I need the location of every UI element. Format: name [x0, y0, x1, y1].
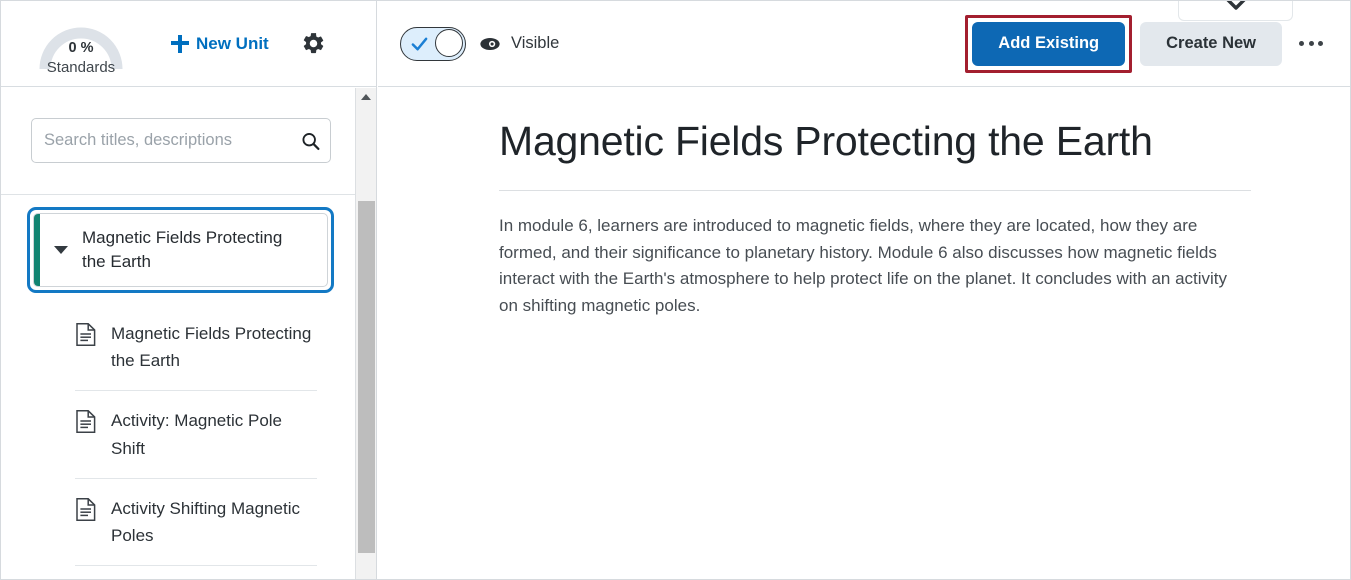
eye-icon: [479, 36, 501, 52]
list-item[interactable]: Activity: Magnetic Pole Shift: [75, 391, 317, 479]
create-new-button[interactable]: Create New: [1140, 21, 1282, 66]
page-title: Magnetic Fields Protecting the Earth: [499, 118, 1153, 164]
list-item-label: Magnetic Fields Protecting the Earth: [111, 324, 312, 371]
document-icon: [75, 497, 97, 522]
plus-icon: [171, 34, 189, 53]
ellipsis-icon[interactable]: [1288, 22, 1334, 66]
list-item-label: Activity Shifting Magnetic Poles: [111, 498, 300, 545]
add-existing-highlight: Add Existing: [965, 14, 1133, 73]
search-area: [1, 87, 376, 195]
toolbar-actions: Add Existing Create New: [965, 14, 1334, 73]
new-unit-button[interactable]: New Unit: [169, 30, 271, 58]
unit-accent-bar: [34, 214, 40, 286]
content-area: Magnetic Fields Protecting the Earth In …: [378, 87, 1350, 319]
sidebar-scrollbar[interactable]: [355, 88, 376, 579]
unit-children-list: Magnetic Fields Protecting the Earth Act…: [75, 304, 317, 567]
unit-item-selected[interactable]: Magnetic Fields Protecting the Earth: [27, 207, 334, 293]
caret-up-icon[interactable]: [361, 94, 371, 100]
visibility-controls: Visible: [400, 26, 560, 61]
content-description: In module 6, learners are introduced to …: [499, 216, 1228, 315]
main-toolbar: Visible Add Existing Create New: [378, 1, 1350, 87]
list-item[interactable]: Magnetic Fields Protecting the Earth: [75, 304, 317, 392]
ellipsis-dot: [1318, 41, 1323, 46]
visibility-label: Visible: [511, 34, 560, 52]
search-input[interactable]: [32, 119, 330, 162]
search-icon[interactable]: [300, 130, 321, 151]
caret-down-icon[interactable]: [54, 246, 68, 254]
document-icon: [75, 409, 97, 434]
ellipsis-dot: [1308, 41, 1314, 46]
document-icon: [75, 322, 97, 347]
unit-title: Magnetic Fields Protecting the Earth: [82, 227, 283, 271]
standards-progress-gauge: 0 % Standards: [29, 13, 133, 75]
ellipsis-dot: [1299, 41, 1304, 46]
title-divider: [499, 190, 1251, 192]
new-unit-label: New Unit: [196, 33, 269, 53]
check-icon: [410, 35, 429, 54]
unit-item-inner: Magnetic Fields Protecting the Earth: [33, 213, 328, 287]
gauge-caption: Standards: [46, 58, 116, 76]
list-item[interactable]: Activity Shifting Magnetic Poles: [75, 479, 317, 567]
sidebar-header: 0 % Standards New Unit: [1, 1, 376, 87]
add-existing-button[interactable]: Add Existing: [972, 21, 1126, 66]
left-sidebar: 0 % Standards New Unit Search titles, de…: [1, 1, 377, 579]
visibility-toggle[interactable]: [400, 26, 466, 61]
main-panel: Visible Add Existing Create New Magnetic…: [378, 1, 1350, 579]
gear-icon[interactable]: [301, 31, 326, 56]
toggle-knob: [435, 29, 463, 57]
list-item-label: Activity: Magnetic Pole Shift: [111, 411, 283, 458]
course-builder-window: 0 % Standards New Unit Search titles, de…: [0, 0, 1351, 580]
search-box[interactable]: [31, 118, 331, 163]
gauge-percent-value: 0 %: [68, 40, 94, 56]
scrollbar-thumb[interactable]: [358, 201, 375, 553]
